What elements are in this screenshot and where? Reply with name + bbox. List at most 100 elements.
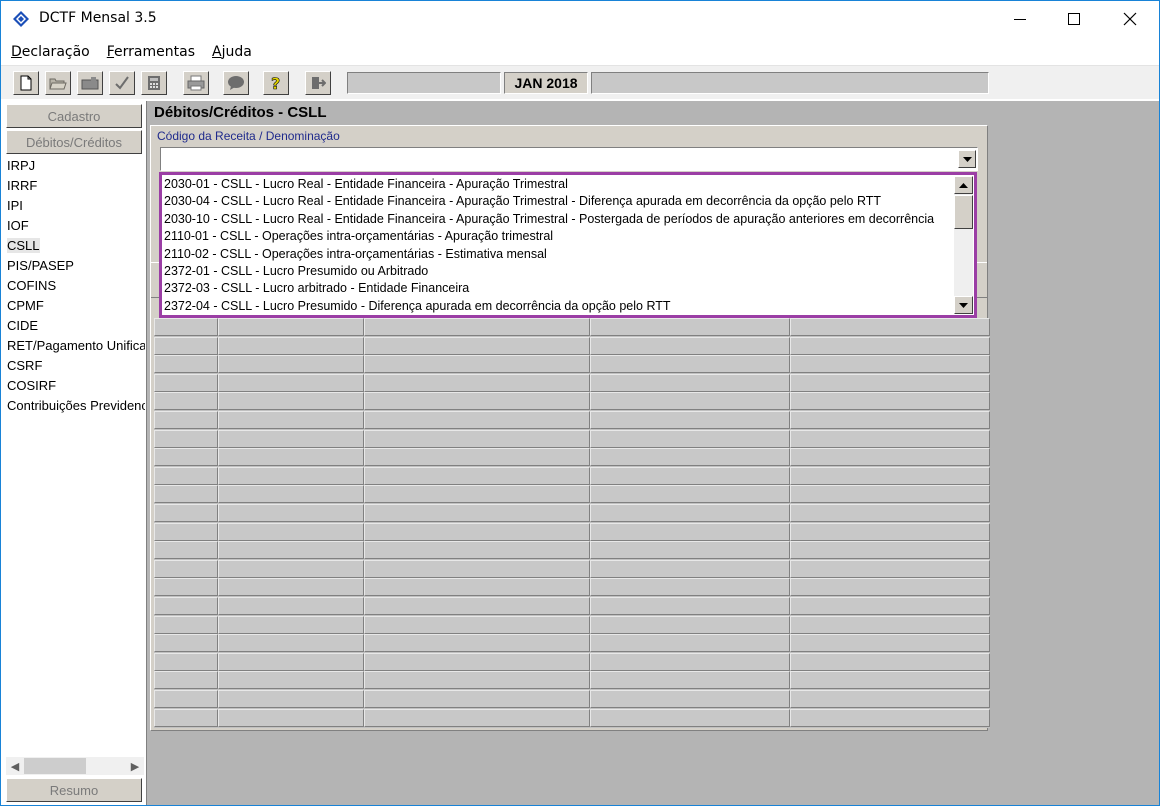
table-cell[interactable]	[218, 652, 364, 671]
dropdown-option[interactable]: 2372-04 - CSLL - Lucro Presumido - Difer…	[164, 298, 954, 314]
table-row[interactable]	[154, 652, 990, 671]
table-cell[interactable]	[218, 522, 364, 541]
table-cell[interactable]	[154, 504, 218, 522]
table-cell[interactable]	[590, 541, 790, 560]
codigo-receita-combo[interactable]	[160, 147, 978, 171]
sidebar-item-contribuicoes[interactable]: Contribuições Previdenciárias	[7, 396, 145, 416]
table-cell[interactable]	[790, 336, 990, 355]
table-cell[interactable]	[364, 485, 590, 504]
sidebar-item-csrf[interactable]: CSRF	[7, 356, 145, 376]
table-cell[interactable]	[364, 597, 590, 615]
table-cell[interactable]	[154, 541, 218, 560]
table-cell[interactable]	[790, 578, 990, 597]
table-cell[interactable]	[154, 634, 218, 653]
table-cell[interactable]	[218, 578, 364, 597]
table-cell[interactable]	[218, 336, 364, 355]
table-row[interactable]	[154, 522, 990, 541]
cadastro-button[interactable]: Cadastro	[6, 104, 142, 128]
dropdown-option[interactable]: 2030-01 - CSLL - Lucro Real - Entidade F…	[164, 176, 954, 193]
table-cell[interactable]	[364, 652, 590, 671]
table-row[interactable]	[154, 392, 990, 411]
table-row[interactable]	[154, 597, 990, 615]
open-button[interactable]	[45, 71, 71, 95]
table-cell[interactable]	[790, 671, 990, 690]
table-cell[interactable]	[590, 466, 790, 485]
table-cell[interactable]	[790, 597, 990, 615]
table-cell[interactable]	[790, 429, 990, 448]
table-cell[interactable]	[218, 504, 364, 522]
table-cell[interactable]	[790, 559, 990, 578]
table-cell[interactable]	[218, 373, 364, 392]
table-cell[interactable]	[154, 373, 218, 392]
table-cell[interactable]	[590, 597, 790, 615]
table-cell[interactable]	[364, 411, 590, 429]
table-cell[interactable]	[590, 318, 790, 336]
table-cell[interactable]	[590, 671, 790, 690]
table-row[interactable]	[154, 671, 990, 690]
new-button[interactable]	[13, 71, 39, 95]
sidebar-item-cide[interactable]: CIDE	[7, 316, 145, 336]
table-cell[interactable]	[790, 318, 990, 336]
table-row[interactable]	[154, 448, 990, 467]
table-cell[interactable]	[218, 708, 364, 727]
help-button[interactable]: ?	[263, 71, 289, 95]
table-cell[interactable]	[154, 597, 218, 615]
table-cell[interactable]	[218, 690, 364, 708]
table-cell[interactable]	[218, 318, 364, 336]
table-cell[interactable]	[364, 522, 590, 541]
table-cell[interactable]	[590, 336, 790, 355]
table-cell[interactable]	[364, 466, 590, 485]
table-cell[interactable]	[218, 466, 364, 485]
table-cell[interactable]	[218, 634, 364, 653]
sidebar-item-csll[interactable]: CSLL	[7, 236, 145, 256]
table-cell[interactable]	[590, 578, 790, 597]
table-cell[interactable]	[790, 411, 990, 429]
table-row[interactable]	[154, 615, 990, 634]
table-row[interactable]	[154, 485, 990, 504]
sidebar-item-pis-pasep[interactable]: PIS/PASEP	[7, 256, 145, 276]
sidebar-horizontal-scrollbar[interactable]: ◀ ▶	[6, 757, 144, 775]
sidebar-item-ret[interactable]: RET/Pagamento Unificado	[7, 336, 145, 356]
validate-button[interactable]	[109, 71, 135, 95]
sidebar-item-cpmf[interactable]: CPMF	[7, 296, 145, 316]
minimize-button[interactable]	[997, 1, 1043, 37]
table-cell[interactable]	[364, 504, 590, 522]
table-cell[interactable]	[590, 690, 790, 708]
scroll-thumb[interactable]	[24, 758, 86, 774]
table-row[interactable]	[154, 690, 990, 708]
debitos-creditos-button[interactable]: Débitos/Créditos	[6, 130, 142, 154]
table-cell[interactable]	[218, 355, 364, 374]
table-cell[interactable]	[364, 559, 590, 578]
table-cell[interactable]	[218, 392, 364, 411]
table-cell[interactable]	[218, 559, 364, 578]
table-cell[interactable]	[364, 355, 590, 374]
table-cell[interactable]	[154, 466, 218, 485]
table-row[interactable]	[154, 504, 990, 522]
table-cell[interactable]	[790, 485, 990, 504]
scroll-up-button[interactable]	[954, 176, 973, 194]
table-row[interactable]	[154, 466, 990, 485]
sidebar-item-cofins[interactable]: COFINS	[7, 276, 145, 296]
table-cell[interactable]	[790, 355, 990, 374]
dropdown-scroll-thumb[interactable]	[954, 195, 973, 229]
table-cell[interactable]	[364, 318, 590, 336]
table-cell[interactable]	[590, 504, 790, 522]
comment-button[interactable]	[223, 71, 249, 95]
table-cell[interactable]	[790, 652, 990, 671]
sidebar-item-cosirf[interactable]: COSIRF	[7, 376, 145, 396]
table-cell[interactable]	[364, 671, 590, 690]
table-row[interactable]	[154, 429, 990, 448]
dropdown-option[interactable]: 2110-01 - CSLL - Operações intra-orçamen…	[164, 228, 954, 245]
dropdown-option[interactable]: 2372-01 - CSLL - Lucro Presumido ou Arbi…	[164, 263, 954, 280]
table-cell[interactable]	[590, 652, 790, 671]
table-cell[interactable]	[590, 448, 790, 467]
table-row[interactable]	[154, 411, 990, 429]
dropdown-option[interactable]: 2030-10 - CSLL - Lucro Real - Entidade F…	[164, 211, 954, 228]
table-row[interactable]	[154, 634, 990, 653]
table-row[interactable]	[154, 578, 990, 597]
table-cell[interactable]	[154, 652, 218, 671]
dropdown-option[interactable]: 2110-02 - CSLL - Operações intra-orçamen…	[164, 246, 954, 263]
table-cell[interactable]	[218, 597, 364, 615]
table-cell[interactable]	[154, 690, 218, 708]
table-cell[interactable]	[154, 392, 218, 411]
